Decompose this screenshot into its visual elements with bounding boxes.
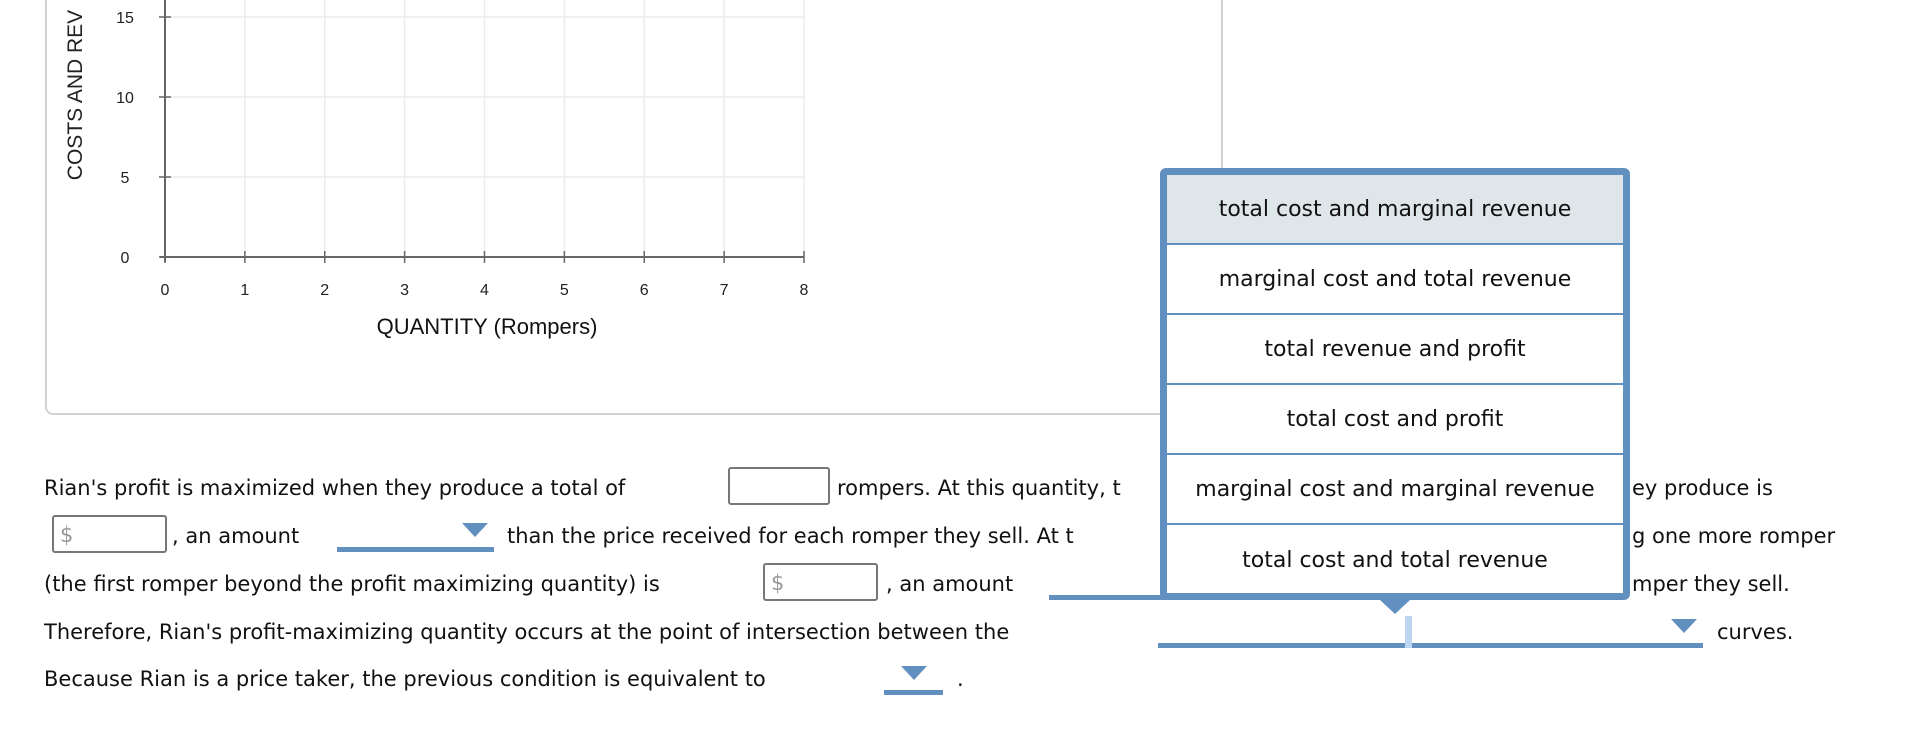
question-text: , an amount xyxy=(886,572,1014,596)
x-tick-label: 3 xyxy=(400,282,409,299)
question-text: (the first romper beyond the profit maxi… xyxy=(44,572,660,596)
dropdown-option[interactable]: total cost and total revenue xyxy=(1167,525,1623,595)
question-text: than the price received for each romper … xyxy=(507,524,1074,548)
question-text: curves. xyxy=(1717,620,1794,644)
y-axis-label: COSTS AND REV xyxy=(64,9,87,181)
marginal-cost-input[interactable]: $ xyxy=(52,515,167,553)
amount-dropdown-1[interactable] xyxy=(337,517,494,552)
dropdown-option[interactable]: total cost and marginal revenue xyxy=(1167,175,1623,245)
next-marginal-cost-input[interactable]: $ xyxy=(763,563,878,601)
question-text: . xyxy=(957,667,964,691)
question-text: , an amount xyxy=(172,524,300,548)
question-text: g one more romper xyxy=(1632,524,1836,548)
question-text: Because Rian is a price taker, the previ… xyxy=(44,667,766,691)
y-tick-label: 5 xyxy=(121,170,130,187)
question-text: ey produce is xyxy=(1632,476,1773,500)
dropdown-option[interactable]: marginal cost and total revenue xyxy=(1167,245,1623,315)
dollar-prefix: $ xyxy=(771,571,785,595)
dropdown-menu[interactable]: total cost and marginal revenue marginal… xyxy=(1160,168,1630,600)
dropdown-arrow-icon xyxy=(462,523,488,537)
question-text: Rian's profit is maximized when they pro… xyxy=(44,476,626,500)
dropdown-option[interactable]: total revenue and profit xyxy=(1167,315,1623,385)
dollar-prefix: $ xyxy=(60,523,74,547)
quantity-input[interactable] xyxy=(728,467,830,505)
text-cursor xyxy=(1405,616,1412,648)
condition-dropdown[interactable] xyxy=(884,660,943,695)
x-axis-label: QUANTITY (Rompers) xyxy=(376,314,598,339)
y-tick-label: 0 xyxy=(121,250,130,267)
question-text: Therefore, Rian's profit-maximizing quan… xyxy=(44,620,1010,644)
x-tick-label: 1 xyxy=(240,282,249,299)
x-tick-label: 0 xyxy=(161,282,170,299)
x-tick-label: 5 xyxy=(560,282,569,299)
dropdown-arrow-icon xyxy=(1671,619,1697,633)
x-tick-label: 4 xyxy=(480,282,489,299)
question-text: mper they sell. xyxy=(1632,572,1790,596)
dropdown-option[interactable]: marginal cost and marginal revenue xyxy=(1167,455,1623,525)
curves-dropdown[interactable] xyxy=(1158,613,1703,648)
x-tick-label: 2 xyxy=(320,282,329,299)
x-tick-label: 7 xyxy=(720,282,729,299)
cost-revenue-graph[interactable]: 0 1 2 3 4 5 6 7 8051015 xyxy=(0,0,900,340)
dropdown-pointer-icon xyxy=(1380,600,1410,614)
dropdown-option[interactable]: total cost and profit xyxy=(1167,385,1623,455)
question-text: rompers. At this quantity, t xyxy=(837,476,1121,500)
dropdown-arrow-icon xyxy=(901,666,927,680)
x-tick-label: 8 xyxy=(800,282,809,299)
x-tick-label: 6 xyxy=(640,282,649,299)
